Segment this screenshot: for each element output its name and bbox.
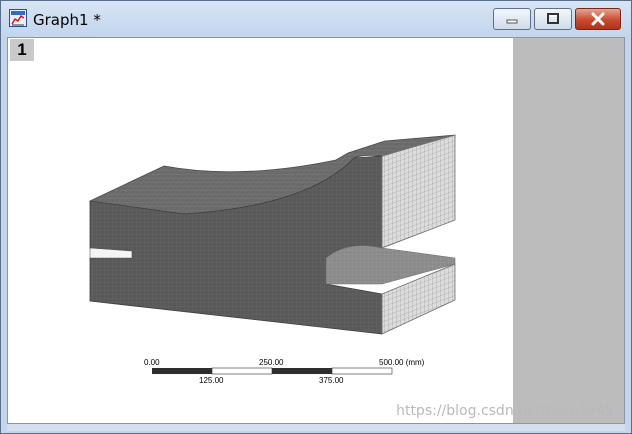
scale-label-500: 500.00 (mm) xyxy=(379,358,425,367)
scale-label-125: 125.00 xyxy=(199,376,224,385)
close-button[interactable] xyxy=(575,8,621,30)
title-bar[interactable]: Graph1 * xyxy=(1,1,631,37)
graph-page[interactable]: 1 0.00 250.00 500.00 (mm) 125.00 375.00 xyxy=(8,38,513,423)
scale-label-0: 0.00 xyxy=(144,358,160,367)
window-title: Graph1 * xyxy=(33,11,101,29)
graph-window-icon[interactable] xyxy=(9,9,27,27)
minimize-icon xyxy=(506,19,518,24)
watermark: https://blog.csdn.net/coco1949 xyxy=(396,403,614,419)
window-bottom-strip xyxy=(7,424,625,431)
graph-window: Graph1 * 1 0.00 250.00 500.00 (mm) 125.0… xyxy=(0,0,632,434)
maximize-icon xyxy=(547,13,559,24)
close-icon xyxy=(591,12,605,26)
scale-label-375: 375.00 xyxy=(319,376,344,385)
maximize-button[interactable] xyxy=(534,8,572,30)
scale-bar: 0.00 250.00 500.00 (mm) 125.00 375.00 xyxy=(144,358,425,385)
scale-label-250: 250.00 xyxy=(259,358,284,367)
minimize-button[interactable] xyxy=(493,8,531,30)
mesh-model-view: 0.00 250.00 500.00 (mm) 125.00 375.00 xyxy=(89,134,456,385)
graph-frame: 1 0.00 250.00 500.00 (mm) 125.00 375.00 … xyxy=(7,37,625,424)
